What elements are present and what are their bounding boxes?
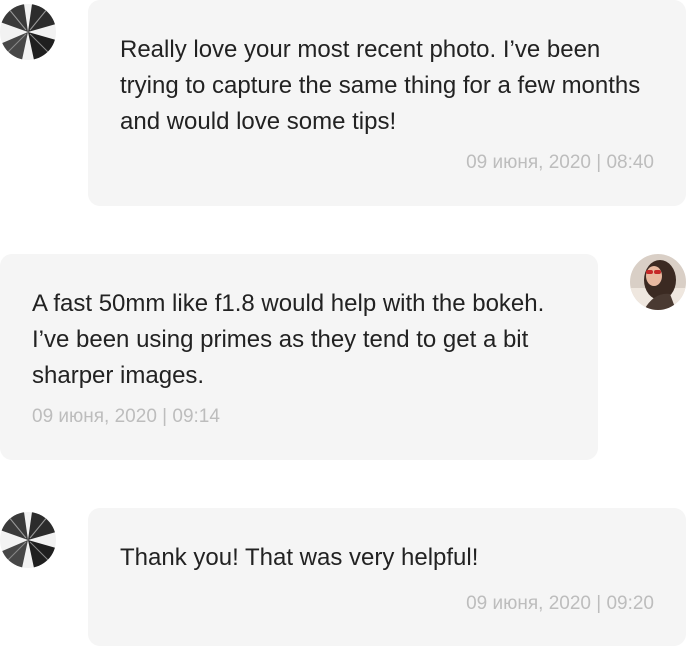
message-timestamp: 09 июня, 2020 | 08:40 <box>466 152 654 173</box>
message-text: Really love your most recent photo. I’ve… <box>120 36 641 135</box>
avatar-woman[interactable] <box>630 254 686 310</box>
message-text: Thank you! That was very helpful! <box>120 544 479 571</box>
avatar-building[interactable] <box>0 4 56 60</box>
message-text: A fast 50mm like f1.8 would help with th… <box>32 290 545 389</box>
message-bubble-incoming: Really love your most recent photo. I’ve… <box>88 0 686 206</box>
building-avatar-icon <box>0 512 56 568</box>
message-timestamp: 09 июня, 2020 | 09:20 <box>466 593 654 614</box>
chat-thread: Really love your most recent photo. I’ve… <box>0 0 686 646</box>
message-bubble-incoming: Thank you! That was very helpful! 09 июн… <box>88 508 686 646</box>
avatar-building[interactable] <box>0 512 56 568</box>
building-avatar-icon <box>0 4 56 60</box>
woman-avatar-icon <box>630 254 686 310</box>
message-timestamp: 09 июня, 2020 | 09:14 <box>32 406 220 427</box>
message-bubble-outgoing: A fast 50mm like f1.8 would help with th… <box>0 254 598 460</box>
